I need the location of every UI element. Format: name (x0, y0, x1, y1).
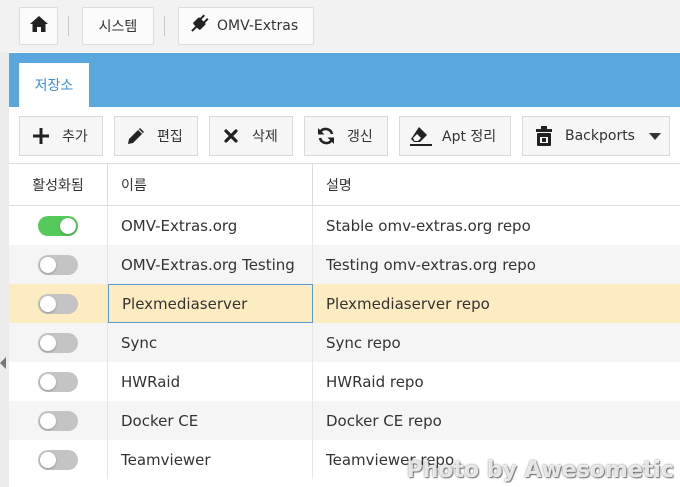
collapse-panel-arrow-icon[interactable] (0, 357, 6, 369)
home-icon (29, 16, 48, 36)
enabled-toggle[interactable] (38, 371, 78, 392)
breadcrumb-omv-extras[interactable]: OMV-Extras (178, 7, 314, 45)
description-cell: Docker CE repo (326, 411, 442, 430)
name-cell: OMV-Extras.org (108, 206, 313, 245)
toolbar: 추가 편집 삭제 갱신 Apt 정리 Backports (9, 107, 680, 164)
table-row[interactable]: Sync Sync repo (9, 323, 680, 362)
refresh-button[interactable]: 갱신 (304, 116, 388, 156)
edit-button-label: 편집 (157, 129, 183, 145)
enabled-toggle[interactable] (38, 332, 78, 353)
breadcrumb-separator (164, 16, 165, 36)
enabled-cell (9, 206, 108, 245)
enabled-toggle[interactable] (38, 449, 78, 470)
description-cell: Plexmediaserver repo (326, 294, 490, 313)
toggle-knob (40, 256, 56, 273)
toggle-knob (40, 295, 56, 312)
backports-button[interactable]: Backports (522, 116, 670, 156)
breadcrumb-system-label: 시스템 (98, 19, 138, 35)
description-cell: Testing omv-extras.org repo (326, 255, 536, 274)
chevron-down-icon (648, 132, 661, 140)
enabled-toggle[interactable] (38, 254, 78, 275)
breadcrumb-omv-extras-label: OMV-Extras (217, 18, 299, 34)
toggle-knob (60, 217, 76, 234)
plug-icon (189, 14, 209, 38)
close-icon (220, 126, 242, 146)
enabled-cell (9, 323, 108, 362)
breadcrumb: 시스템 OMV-Extras (0, 0, 680, 52)
delete-button-label: 삭제 (252, 129, 278, 145)
watermark: Photo by Awesometic (406, 458, 674, 483)
toggle-knob (40, 451, 56, 468)
table-row[interactable]: Docker CE Docker CE repo (9, 401, 680, 440)
delete-button[interactable]: 삭제 (209, 116, 293, 156)
name-cell: Teamviewer (108, 440, 313, 479)
breadcrumb-separator (68, 16, 69, 36)
toggle-knob (40, 412, 56, 429)
column-header-description[interactable]: 설명 (313, 164, 680, 206)
backpack-icon (533, 126, 555, 146)
table-row[interactable]: OMV-Extras.org Testing Testing omv-extras… (9, 245, 680, 284)
table-row[interactable]: HWRaid HWRaid repo (9, 362, 680, 401)
eraser-icon (410, 126, 432, 146)
repository-grid: 활성화됨 이름 설명 OMV-Extras.org Stable omv-extr… (9, 164, 680, 479)
refresh-icon (315, 126, 337, 146)
column-header-name[interactable]: 이름 (108, 164, 313, 206)
name-cell: Docker CE (108, 401, 313, 440)
add-button-label: 추가 (62, 129, 88, 145)
add-button[interactable]: 추가 (19, 116, 103, 156)
backports-button-label: Backports (565, 128, 635, 144)
tab-repositories[interactable]: 저장소 (19, 63, 89, 107)
refresh-button-label: 갱신 (347, 129, 373, 145)
apt-clean-button[interactable]: Apt 정리 (399, 116, 511, 156)
enabled-cell (9, 245, 108, 284)
toggle-knob (40, 334, 56, 351)
table-row[interactable]: Plexmediaserver Plexmediaserver repo (9, 284, 680, 323)
enabled-cell (9, 362, 108, 401)
name-cell: HWRaid (108, 362, 313, 401)
enabled-toggle[interactable] (38, 215, 78, 236)
table-row[interactable]: OMV-Extras.org Stable omv-extras.org repo (9, 206, 680, 245)
edit-button[interactable]: 편집 (114, 116, 198, 156)
tab-repositories-label: 저장소 (34, 78, 74, 94)
enabled-cell (9, 284, 108, 323)
tab-bar: 저장소 (9, 53, 680, 107)
left-panel-edge (0, 0, 9, 487)
toggle-knob (40, 373, 56, 390)
name-cell: Sync (108, 323, 313, 362)
column-header-enabled[interactable]: 활성화됨 (9, 164, 108, 206)
enabled-cell (9, 440, 108, 479)
plus-icon (30, 126, 52, 146)
apt-clean-button-label: Apt 정리 (442, 129, 497, 145)
description-cell: Sync repo (326, 333, 401, 352)
enabled-cell (9, 401, 108, 440)
grid-header: 활성화됨 이름 설명 (9, 164, 680, 206)
name-cell: Plexmediaserver (108, 284, 313, 323)
description-cell: Stable omv-extras.org repo (326, 216, 531, 235)
enabled-toggle[interactable] (38, 410, 78, 431)
description-cell: HWRaid repo (326, 372, 424, 391)
enabled-toggle[interactable] (38, 293, 78, 314)
breadcrumb-home[interactable] (19, 7, 58, 45)
name-cell: OMV-Extras.org Testing (108, 245, 313, 284)
breadcrumb-system[interactable]: 시스템 (82, 7, 154, 45)
pencil-icon (125, 126, 147, 146)
